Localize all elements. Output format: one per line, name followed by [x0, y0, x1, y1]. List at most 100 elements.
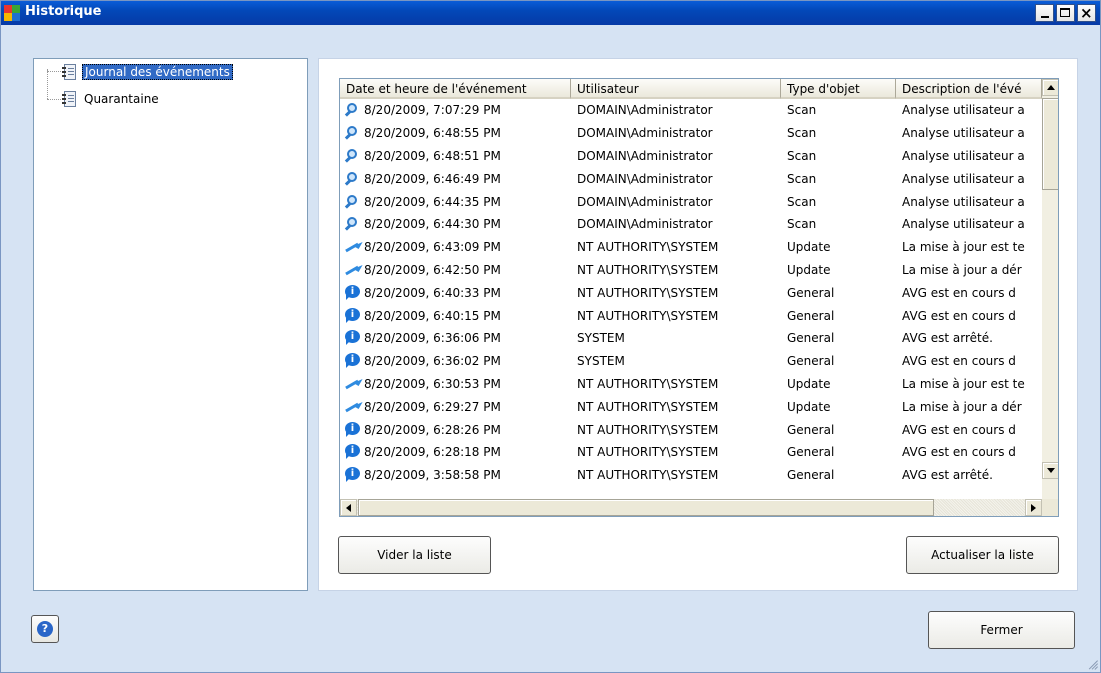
- cell-type: Scan: [787, 103, 817, 118]
- scroll-left-button[interactable]: [340, 499, 357, 516]
- tree-item-journal[interactable]: Journal des événements: [62, 63, 233, 80]
- magnifier-icon: [344, 194, 362, 210]
- date-text: 8/20/2009, 6:40:33 PM: [364, 285, 501, 300]
- table-row[interactable]: i 8/20/2009, 6:28:18 PM NT AUTHORITY\SYSTE…: [340, 441, 1042, 464]
- cell-user: DOMAIN\Administrator: [577, 148, 713, 163]
- arrow-right-icon: [1031, 503, 1036, 512]
- column-header-type[interactable]: Type d'objet: [781, 79, 896, 99]
- cell-date: 8/20/2009, 6:48:51 PM: [340, 148, 571, 164]
- cell-type: General: [787, 354, 835, 369]
- table-row[interactable]: 8/20/2009, 7:07:29 PM DOMAIN\Administrato…: [340, 99, 1042, 122]
- cell-type: Scan: [787, 194, 817, 209]
- clear-list-button[interactable]: Vider la liste: [338, 536, 491, 574]
- tree-connector: [47, 99, 61, 100]
- update-arrow-icon: [344, 398, 363, 415]
- magnifier-icon: [344, 216, 362, 232]
- close-window-button[interactable]: ×: [1077, 4, 1096, 22]
- cell-date: 8/20/2009, 6:43:09 PM: [340, 239, 571, 255]
- cell-type: General: [787, 445, 835, 460]
- table-row[interactable]: 8/20/2009, 6:43:09 PM NT AUTHORITY\SYSTEM…: [340, 236, 1042, 259]
- cell-date: i 8/20/2009, 6:40:15 PM: [340, 307, 571, 324]
- date-text: 8/20/2009, 6:44:30 PM: [364, 217, 501, 232]
- cell-type: General: [787, 331, 835, 346]
- cell-description: Analyse utilisateur a: [902, 126, 1025, 141]
- window-title: Historique: [25, 4, 102, 19]
- table-row[interactable]: 8/20/2009, 6:46:49 PM DOMAIN\Administrato…: [340, 167, 1042, 190]
- vertical-scrollbar[interactable]: [1042, 79, 1058, 499]
- cell-date: i 8/20/2009, 6:40:33 PM: [340, 284, 571, 301]
- table-row[interactable]: i 8/20/2009, 6:36:06 PM SYSTEM General AVG e…: [340, 327, 1042, 350]
- refresh-list-button[interactable]: Actualiser la liste: [906, 536, 1059, 574]
- cell-user: NT AUTHORITY\SYSTEM: [577, 399, 719, 414]
- horizontal-scroll-thumb[interactable]: [358, 499, 934, 516]
- cell-description: AVG est en cours d: [902, 445, 1016, 460]
- cell-date: i 8/20/2009, 6:36:02 PM: [340, 353, 571, 369]
- journal-icon: [62, 90, 78, 107]
- arrow-down-icon: [1046, 468, 1055, 473]
- cell-description: AVG est en cours d: [902, 285, 1016, 300]
- update-arrow-icon: [344, 239, 363, 255]
- date-text: 8/20/2009, 6:43:09 PM: [364, 240, 501, 255]
- horizontal-scrollbar[interactable]: [340, 499, 1042, 516]
- table-row[interactable]: i 8/20/2009, 3:58:58 PM NT AUTHORITY\SYSTE…: [340, 464, 1042, 487]
- info-bubble-icon: i: [344, 330, 362, 346]
- date-text: 8/20/2009, 6:46:49 PM: [364, 171, 501, 186]
- help-icon: ?: [37, 621, 53, 637]
- arrow-left-icon: [346, 503, 351, 512]
- resize-grip-icon[interactable]: [1086, 658, 1098, 670]
- minimize-button[interactable]: [1035, 4, 1054, 22]
- column-header-description[interactable]: Description de l'évé: [896, 79, 1042, 99]
- cell-date: 8/20/2009, 6:46:49 PM: [340, 171, 571, 187]
- cell-description: Analyse utilisateur a: [902, 103, 1025, 118]
- close-button[interactable]: Fermer: [928, 611, 1075, 649]
- cell-type: Scan: [787, 148, 817, 163]
- table-row[interactable]: 8/20/2009, 6:44:30 PM DOMAIN\Administrato…: [340, 213, 1042, 236]
- scroll-right-button[interactable]: [1025, 499, 1042, 516]
- cell-date: i 8/20/2009, 6:36:06 PM: [340, 330, 571, 346]
- navigation-tree: Journal des événements Quarantaine: [33, 58, 308, 591]
- cell-type: Update: [787, 376, 831, 391]
- cell-user: NT AUTHORITY\SYSTEM: [577, 240, 719, 255]
- tree-item-quarantaine[interactable]: Quarantaine: [62, 90, 161, 107]
- scroll-down-button[interactable]: [1042, 462, 1058, 479]
- column-header-date[interactable]: Date et heure de l'événement: [340, 79, 571, 99]
- table-row[interactable]: i 8/20/2009, 6:40:33 PM NT AUTHORITY\SYSTE…: [340, 281, 1042, 304]
- cell-type: Scan: [787, 217, 817, 232]
- info-bubble-icon: i: [344, 284, 362, 301]
- cell-description: Analyse utilisateur a: [902, 148, 1025, 163]
- table-row[interactable]: i 8/20/2009, 6:36:02 PM SYSTEM General AVG e…: [340, 350, 1042, 373]
- cell-description: Analyse utilisateur a: [902, 194, 1025, 209]
- info-bubble-icon: i: [344, 467, 362, 483]
- table-row[interactable]: 8/20/2009, 6:30:53 PM NT AUTHORITY\SYSTEM…: [340, 373, 1042, 396]
- cell-type: Update: [787, 240, 831, 255]
- table-row[interactable]: 8/20/2009, 6:48:55 PM DOMAIN\Administrato…: [340, 122, 1042, 145]
- cell-description: AVG est arrêté.: [902, 468, 993, 483]
- tree-item-label: Journal des événements: [82, 63, 233, 80]
- minimize-icon: [1040, 16, 1049, 18]
- cell-date: 8/20/2009, 6:44:30 PM: [340, 216, 571, 232]
- cell-user: SYSTEM: [577, 331, 625, 346]
- column-header-user[interactable]: Utilisateur: [571, 79, 781, 99]
- table-row[interactable]: 8/20/2009, 6:29:27 PM NT AUTHORITY\SYSTEM…: [340, 395, 1042, 418]
- maximize-button[interactable]: [1056, 4, 1075, 22]
- info-bubble-icon: i: [344, 353, 362, 369]
- vertical-scroll-thumb[interactable]: [1042, 98, 1058, 190]
- cell-user: DOMAIN\Administrator: [577, 126, 713, 141]
- help-button[interactable]: ?: [31, 615, 59, 643]
- table-header: Date et heure de l'événement Utilisateur…: [340, 79, 1042, 99]
- cell-user: DOMAIN\Administrator: [577, 103, 713, 118]
- cell-description: La mise à jour est te: [902, 240, 1025, 255]
- journal-icon: [62, 63, 78, 80]
- cell-type: General: [787, 285, 835, 300]
- date-text: 8/20/2009, 6:29:27 PM: [364, 399, 501, 414]
- date-text: 8/20/2009, 6:30:53 PM: [364, 376, 501, 391]
- cell-description: AVG est en cours d: [902, 308, 1016, 323]
- table-row[interactable]: i 8/20/2009, 6:40:15 PM NT AUTHORITY\SYSTE…: [340, 304, 1042, 327]
- cell-description: AVG est arrêté.: [902, 331, 993, 346]
- table-row[interactable]: 8/20/2009, 6:42:50 PM NT AUTHORITY\SYSTEM…: [340, 259, 1042, 282]
- title-bar[interactable]: Historique ×: [1, 1, 1100, 25]
- scroll-up-button[interactable]: [1042, 79, 1058, 96]
- table-row[interactable]: 8/20/2009, 6:48:51 PM DOMAIN\Administrato…: [340, 145, 1042, 168]
- table-row[interactable]: 8/20/2009, 6:44:35 PM DOMAIN\Administrato…: [340, 190, 1042, 213]
- table-row[interactable]: i 8/20/2009, 6:28:26 PM NT AUTHORITY\SYSTE…: [340, 418, 1042, 441]
